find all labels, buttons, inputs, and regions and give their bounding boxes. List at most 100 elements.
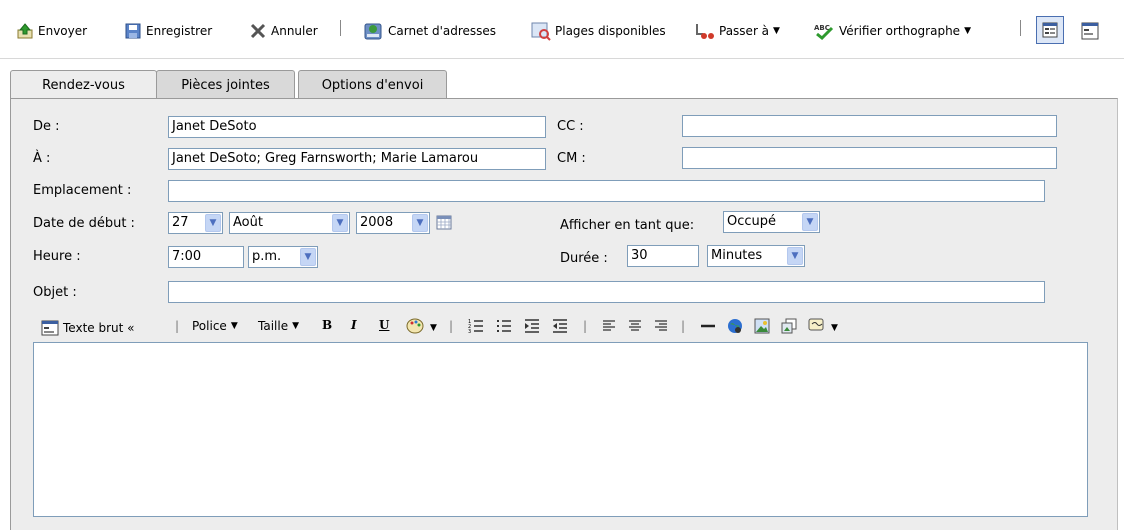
toolbar-separator bbox=[1020, 20, 1021, 36]
link-globe-icon[interactable] bbox=[726, 317, 744, 335]
chevron-down-icon: ▼ bbox=[964, 26, 971, 36]
align-right-icon[interactable] bbox=[653, 317, 669, 335]
tab-send-options[interactable]: Options d'envoi bbox=[298, 70, 447, 99]
editor-separator: | bbox=[583, 319, 588, 333]
bc-label: CM : bbox=[557, 151, 586, 166]
underline-button[interactable]: U bbox=[379, 318, 389, 332]
duration-field[interactable]: 30 bbox=[627, 245, 699, 267]
subject-label: Objet : bbox=[33, 285, 77, 300]
italic-button[interactable]: I bbox=[351, 318, 357, 332]
year-value: 2008 bbox=[360, 215, 394, 230]
font-menu[interactable]: Police ▼ bbox=[192, 319, 238, 333]
go-to-label: Passer à bbox=[719, 24, 770, 38]
duration-unit-select[interactable]: Minutes ▼ bbox=[707, 245, 805, 267]
spell-check-button[interactable]: ABC Vérifier orthographe ▼ bbox=[813, 18, 971, 44]
horizontal-rule-icon[interactable] bbox=[699, 317, 717, 335]
bullet-list-icon[interactable] bbox=[495, 317, 513, 335]
plain-text-label: Texte brut « bbox=[63, 321, 135, 335]
cancel-button[interactable]: Annuler bbox=[249, 18, 318, 44]
busy-search-label: Plages disponibles bbox=[555, 24, 666, 38]
cancel-icon bbox=[249, 22, 267, 40]
address-book-button[interactable]: Carnet d'adresses bbox=[362, 18, 496, 44]
outdent-icon[interactable] bbox=[551, 317, 569, 335]
insert-image-icon[interactable] bbox=[753, 317, 771, 335]
signature-button[interactable]: ▼ bbox=[807, 317, 838, 338]
message-body-editor[interactable] bbox=[33, 342, 1088, 517]
show-as-label: Afficher en tant que: bbox=[560, 218, 695, 233]
address-book-icon bbox=[362, 20, 384, 42]
duration-unit-value: Minutes bbox=[711, 248, 763, 263]
editor-separator: | bbox=[449, 319, 454, 333]
cc-label: CC : bbox=[557, 119, 584, 134]
cc-field[interactable] bbox=[682, 115, 1057, 137]
go-to-button[interactable]: Passer à ▼ bbox=[693, 18, 780, 44]
tab-appointment[interactable]: Rendez-vous bbox=[10, 70, 157, 100]
chevron-down-icon: ▼ bbox=[205, 214, 221, 232]
chevron-down-icon: ▼ bbox=[787, 247, 803, 265]
time-field[interactable]: 7:00 bbox=[168, 246, 244, 268]
tab-label: Pièces jointes bbox=[181, 77, 270, 93]
indent-icon[interactable] bbox=[523, 317, 541, 335]
send-label: Envoyer bbox=[38, 24, 88, 38]
view-toggle-button[interactable] bbox=[1036, 15, 1064, 45]
alt-view-icon bbox=[1080, 21, 1100, 41]
view-layout-icon bbox=[1036, 16, 1064, 44]
plain-text-icon bbox=[41, 319, 59, 337]
to-field[interactable]: Janet DeSoto; Greg Farnsworth; Marie Lam… bbox=[168, 148, 546, 170]
text-color-button[interactable]: ▼ bbox=[406, 317, 437, 338]
address-book-label: Carnet d'adresses bbox=[388, 24, 497, 38]
start-date-label: Date de début : bbox=[33, 216, 135, 231]
from-field[interactable]: Janet DeSoto bbox=[168, 116, 546, 138]
subject-field[interactable] bbox=[168, 281, 1045, 303]
chevron-down-icon: ▼ bbox=[802, 213, 818, 231]
spell-check-icon: ABC bbox=[813, 22, 835, 41]
month-value: Août bbox=[233, 215, 263, 230]
alt-view-button[interactable] bbox=[1080, 18, 1104, 44]
insert-object-icon[interactable] bbox=[780, 317, 798, 335]
save-label: Enregistrer bbox=[146, 24, 213, 38]
chevron-down-icon: ▼ bbox=[230, 321, 238, 331]
month-select[interactable]: Août ▼ bbox=[229, 212, 350, 234]
bold-button[interactable]: B bbox=[322, 318, 332, 332]
tab-label: Rendez-vous bbox=[42, 78, 125, 93]
main-toolbar: Envoyer Enregistrer Annuler Carnet d'adr… bbox=[0, 0, 1124, 59]
signature-icon bbox=[807, 317, 827, 338]
font-label: Police bbox=[192, 319, 227, 333]
from-label: De : bbox=[33, 119, 60, 134]
editor-separator: | bbox=[175, 319, 180, 333]
save-icon bbox=[124, 22, 142, 40]
show-as-select[interactable]: Occupé ▼ bbox=[723, 211, 820, 233]
size-menu[interactable]: Taille ▼ bbox=[258, 319, 299, 333]
location-label: Emplacement : bbox=[33, 183, 132, 198]
chevron-down-icon: ▼ bbox=[831, 322, 838, 333]
align-left-icon[interactable] bbox=[601, 317, 617, 335]
chevron-down-icon: ▼ bbox=[300, 248, 316, 266]
send-button[interactable]: Envoyer bbox=[16, 18, 87, 44]
chevron-down-icon: ▼ bbox=[332, 214, 348, 232]
calendar-icon[interactable] bbox=[436, 215, 452, 230]
chevron-down-icon: ▼ bbox=[773, 26, 780, 36]
save-button[interactable]: Enregistrer bbox=[124, 18, 212, 44]
size-label: Taille bbox=[258, 319, 289, 333]
palette-icon bbox=[406, 317, 426, 338]
day-select[interactable]: 27 ▼ bbox=[168, 212, 223, 234]
tab-attachments[interactable]: Pièces jointes bbox=[156, 70, 295, 99]
chevron-down-icon: ▼ bbox=[292, 321, 300, 331]
editor-separator: | bbox=[681, 319, 686, 333]
chevron-down-icon: ▼ bbox=[430, 322, 437, 333]
busy-search-button[interactable]: Plages disponibles bbox=[531, 18, 666, 44]
ampm-select[interactable]: p.m. ▼ bbox=[248, 246, 318, 268]
numbered-list-icon[interactable]: 123 bbox=[467, 317, 485, 335]
duration-label: Durée : bbox=[560, 251, 608, 266]
align-center-icon[interactable] bbox=[627, 317, 643, 335]
tab-label: Options d'envoi bbox=[321, 77, 424, 93]
chevron-down-icon: ▼ bbox=[412, 214, 428, 232]
show-as-value: Occupé bbox=[727, 214, 777, 229]
to-label: À : bbox=[33, 151, 51, 166]
location-field[interactable] bbox=[168, 180, 1045, 202]
year-select[interactable]: 2008 ▼ bbox=[356, 212, 430, 234]
ampm-value: p.m. bbox=[252, 249, 282, 264]
bc-field[interactable] bbox=[682, 147, 1057, 169]
go-to-icon bbox=[693, 22, 715, 40]
plain-text-button[interactable]: Texte brut « bbox=[41, 319, 134, 337]
